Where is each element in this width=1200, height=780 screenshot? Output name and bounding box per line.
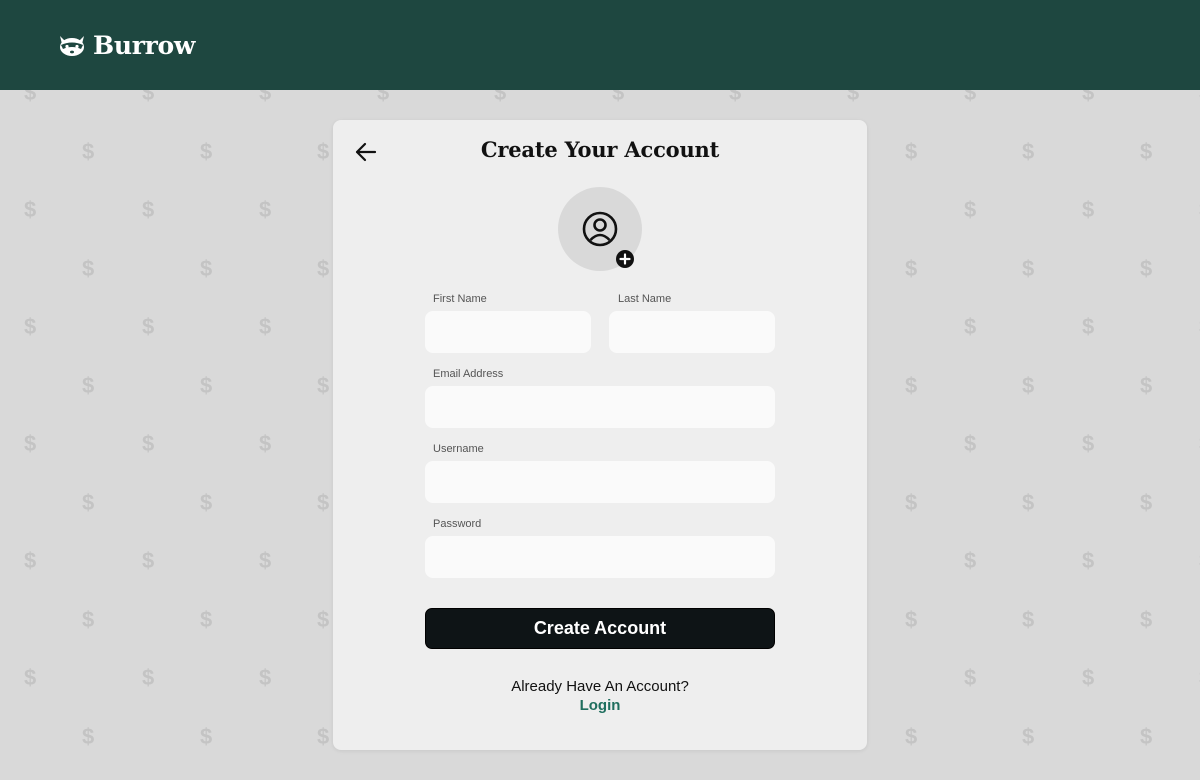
dollar-sign-decoration: $ <box>200 139 213 164</box>
dollar-sign-decoration: $ <box>729 90 742 105</box>
username-field[interactable] <box>425 461 775 503</box>
dollar-sign-decoration: $ <box>905 139 918 164</box>
dollar-sign-decoration: $ <box>1140 256 1153 281</box>
plus-circle-icon[interactable] <box>615 249 635 269</box>
dollar-sign-decoration: $ <box>1022 490 1035 515</box>
dollar-sign-decoration: $ <box>1022 256 1035 281</box>
dollar-sign-decoration: $ <box>24 197 37 222</box>
dollar-sign-decoration: $ <box>82 607 95 632</box>
last-name-label: Last Name <box>618 293 672 305</box>
dollar-sign-decoration: $ <box>24 665 37 690</box>
dollar-sign-decoration: $ <box>24 548 37 573</box>
dollar-sign-decoration: $ <box>964 197 977 222</box>
dollar-sign-decoration: $ <box>259 197 272 222</box>
dollar-sign-decoration: $ <box>82 256 95 281</box>
dollar-sign-decoration: $ <box>1022 373 1035 398</box>
signup-card: Create Your Account First Name Last Name… <box>333 120 867 750</box>
avatar-upload[interactable] <box>558 187 642 271</box>
dollar-sign-decoration: $ <box>200 724 213 749</box>
brand-logo[interactable]: Burrow <box>57 31 195 60</box>
username-label: Username <box>433 443 484 455</box>
dollar-sign-decoration: $ <box>905 256 918 281</box>
dollar-sign-decoration: $ <box>377 90 390 105</box>
dollar-sign-decoration: $ <box>82 139 95 164</box>
user-circle-icon <box>582 211 618 247</box>
dollar-sign-decoration: $ <box>317 490 330 515</box>
dollar-sign-decoration: $ <box>1082 314 1095 339</box>
dollar-sign-decoration: $ <box>964 548 977 573</box>
first-name-field[interactable] <box>425 311 591 353</box>
dollar-sign-decoration: $ <box>24 314 37 339</box>
dollar-sign-decoration: $ <box>905 490 918 515</box>
dollar-sign-decoration: $ <box>1022 139 1035 164</box>
dollar-sign-decoration: $ <box>317 373 330 398</box>
first-name-label: First Name <box>433 293 487 305</box>
dollar-sign-decoration: $ <box>494 90 507 105</box>
dollar-sign-decoration: $ <box>24 90 37 105</box>
dollar-sign-decoration: $ <box>317 607 330 632</box>
dollar-sign-decoration: $ <box>142 548 155 573</box>
dollar-sign-decoration: $ <box>1082 197 1095 222</box>
page-title: Create Your Account <box>480 137 720 162</box>
dollar-sign-decoration: $ <box>905 373 918 398</box>
dollar-sign-decoration: $ <box>1082 665 1095 690</box>
dollar-sign-decoration: $ <box>905 607 918 632</box>
dollar-sign-decoration: $ <box>142 665 155 690</box>
dollar-sign-decoration: $ <box>1140 139 1153 164</box>
dollar-sign-decoration: $ <box>200 373 213 398</box>
dollar-sign-decoration: $ <box>847 90 860 105</box>
last-name-field[interactable] <box>609 311 775 353</box>
dollar-sign-decoration: $ <box>1140 373 1153 398</box>
email-label: Email Address <box>433 368 504 380</box>
dollar-sign-decoration: $ <box>200 490 213 515</box>
dollar-sign-decoration: $ <box>1082 548 1095 573</box>
dollar-sign-decoration: $ <box>905 724 918 749</box>
dollar-sign-decoration: $ <box>200 607 213 632</box>
brand-name: Burrow <box>93 30 196 60</box>
login-link[interactable]: Login <box>333 697 867 714</box>
dollar-sign-decoration: $ <box>142 90 155 105</box>
dollar-sign-decoration: $ <box>82 490 95 515</box>
raccoon-icon <box>60 36 84 56</box>
dollar-sign-decoration: $ <box>82 373 95 398</box>
dollar-sign-decoration: $ <box>964 314 977 339</box>
dollar-sign-decoration: $ <box>259 314 272 339</box>
password-field[interactable] <box>425 536 775 578</box>
dollar-sign-decoration: $ <box>142 431 155 456</box>
dollar-sign-decoration: $ <box>200 256 213 281</box>
dollar-sign-decoration: $ <box>317 139 330 164</box>
email-field[interactable] <box>425 386 775 428</box>
dollar-sign-decoration: $ <box>1140 724 1153 749</box>
dollar-sign-decoration: $ <box>142 314 155 339</box>
dollar-sign-decoration: $ <box>612 90 625 105</box>
password-label: Password <box>433 518 482 530</box>
dollar-sign-decoration: $ <box>259 431 272 456</box>
top-header: Burrow <box>0 0 1200 90</box>
dollar-sign-decoration: $ <box>1022 724 1035 749</box>
dollar-sign-decoration: $ <box>964 431 977 456</box>
dollar-sign-decoration: $ <box>1022 607 1035 632</box>
dollar-sign-decoration: $ <box>1082 90 1095 105</box>
dollar-sign-decoration: $ <box>317 724 330 749</box>
dollar-sign-decoration: $ <box>1082 431 1095 456</box>
login-prompt: Already Have An Account? <box>511 678 689 695</box>
dollar-sign-decoration: $ <box>142 197 155 222</box>
dollar-sign-decoration: $ <box>259 665 272 690</box>
dollar-sign-decoration: $ <box>82 724 95 749</box>
dollar-sign-decoration: $ <box>964 90 977 105</box>
dollar-sign-decoration: $ <box>317 256 330 281</box>
dollar-sign-decoration: $ <box>1140 490 1153 515</box>
dollar-sign-decoration: $ <box>259 548 272 573</box>
dollar-sign-decoration: $ <box>1140 607 1153 632</box>
dollar-sign-decoration: $ <box>24 431 37 456</box>
dollar-sign-decoration: $ <box>259 90 272 105</box>
dollar-sign-decoration: $ <box>964 665 977 690</box>
create-account-button[interactable]: Create Account <box>425 608 775 649</box>
